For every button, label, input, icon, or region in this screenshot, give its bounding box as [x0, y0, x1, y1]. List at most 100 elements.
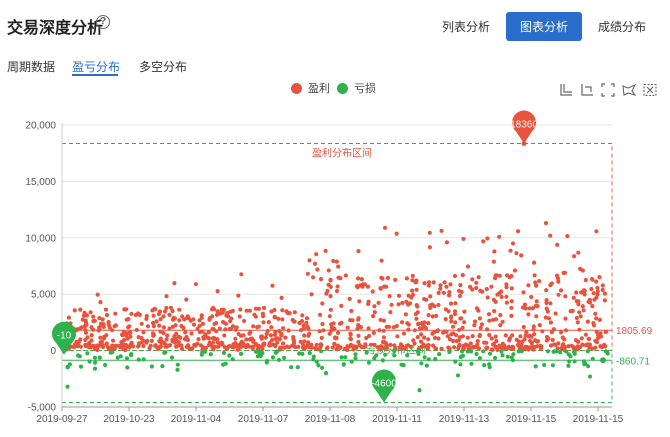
profit-point: [224, 313, 229, 318]
profit-point: [406, 322, 411, 327]
profit-point: [197, 323, 202, 328]
profit-point: [415, 304, 420, 309]
profit-point: [315, 267, 320, 272]
profit-point: [283, 335, 288, 340]
profit-point: [435, 328, 440, 333]
loss-point: [339, 355, 344, 360]
profit-point: [231, 342, 236, 347]
profit-point: [548, 343, 554, 348]
profit-point: [534, 283, 539, 288]
profit-point: [484, 345, 489, 351]
profit-point: [305, 324, 310, 329]
profit-point: [112, 324, 117, 329]
profit-point: [569, 343, 574, 348]
profit-point: [509, 313, 514, 318]
loss-point: [419, 361, 424, 366]
x-tick-label: 2019-10-23: [103, 414, 155, 425]
profit-point: [371, 314, 376, 319]
pnl-scatter-chart[interactable]: 盈利分布区间亏损分布区间 20,000 15,000 10,000 5,000 0 -5,…: [0, 0, 670, 437]
profit-point: [329, 325, 334, 330]
profit-point: [167, 312, 172, 317]
profit-point: [237, 314, 242, 319]
profit-point: [398, 342, 403, 347]
profit-point: [84, 313, 90, 318]
loss-point: [372, 356, 377, 361]
profit-point: [448, 301, 454, 306]
profit-point: [364, 335, 369, 341]
loss-point: [392, 349, 397, 354]
profit-point: [183, 330, 188, 335]
profit-point: [436, 336, 441, 341]
profit-point: [392, 343, 397, 348]
profit-point: [410, 273, 415, 278]
loss-point: [510, 358, 515, 363]
profit-point: [574, 315, 579, 321]
profit-point: [514, 251, 519, 256]
profit-point: [162, 309, 168, 314]
profit-point: [170, 308, 175, 314]
profit-point: [432, 330, 437, 335]
profit-point: [186, 343, 191, 348]
profit-point: [262, 341, 267, 346]
profit-point: [434, 313, 439, 318]
profit-point: [182, 337, 188, 342]
profit-point: [594, 329, 599, 334]
loss-point: [433, 356, 438, 362]
profit-point: [453, 320, 458, 325]
profit-point: [173, 340, 178, 345]
profit-point: [244, 308, 249, 313]
loss-point: [542, 362, 547, 368]
profit-point: [206, 342, 212, 348]
profit-point: [418, 339, 424, 344]
profit-point: [594, 316, 599, 321]
profit-point: [235, 347, 240, 352]
profit-point: [281, 326, 286, 331]
profit-point: [563, 328, 569, 333]
profit-point: [406, 327, 411, 332]
x-tick-label: 2019-11-04: [171, 414, 222, 425]
profit-point: [189, 331, 194, 336]
loss-point: [314, 359, 319, 364]
loss-point: [558, 350, 563, 355]
profit-point: [280, 317, 285, 322]
loss-point: [295, 365, 300, 370]
profit-point: [83, 327, 88, 333]
profit-point: [376, 300, 381, 305]
profit-point: [327, 314, 332, 319]
profit-point: [370, 289, 375, 294]
loss-point: [227, 353, 232, 358]
loss-point: [115, 355, 120, 360]
loss-point: [149, 364, 154, 369]
profit-point: [239, 272, 244, 277]
profit-point: [590, 277, 595, 282]
profit-point: [477, 334, 482, 339]
profit-point: [385, 275, 390, 281]
profit-point: [404, 343, 409, 348]
profit-point: [583, 278, 588, 283]
loss-point: [238, 351, 244, 356]
profit-point: [290, 343, 295, 348]
profit-point: [594, 279, 599, 284]
profit-point: [489, 336, 494, 341]
profit-point: [528, 338, 533, 343]
profit-point: [348, 318, 353, 323]
profit-point: [224, 347, 229, 352]
profit-point: [393, 277, 398, 282]
loss-point: [349, 359, 354, 364]
profit-point: [144, 313, 149, 319]
loss-point: [605, 351, 610, 356]
profit-point: [253, 306, 258, 311]
profit-point: [276, 316, 281, 321]
profit-point: [184, 297, 189, 302]
profit-point: [253, 314, 258, 319]
loss-point: [264, 360, 269, 365]
profit-point: [210, 314, 215, 319]
profit-point: [97, 316, 102, 321]
profit-point: [372, 304, 377, 309]
profit-point: [587, 342, 593, 347]
loss-point: [474, 351, 479, 357]
loss-point: [78, 364, 84, 369]
loss-point: [230, 357, 235, 362]
loss-point: [169, 355, 175, 360]
profit-point: [212, 321, 217, 326]
